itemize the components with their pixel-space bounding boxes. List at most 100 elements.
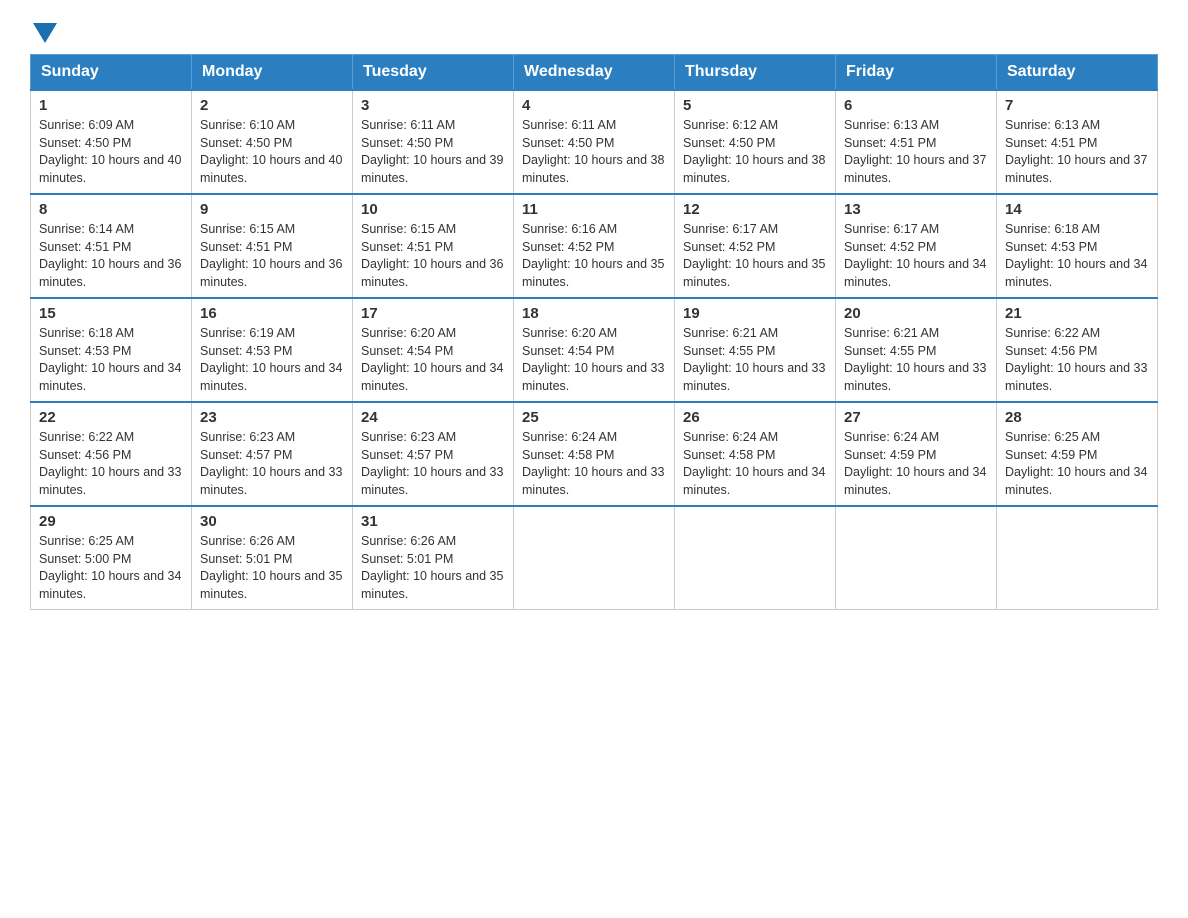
day-number: 4 — [522, 97, 666, 114]
page-header — [30, 20, 1158, 36]
col-header-monday: Monday — [192, 55, 353, 91]
day-info: Sunrise: 6:15 AMSunset: 4:51 PMDaylight:… — [200, 221, 344, 291]
day-number: 8 — [39, 201, 183, 218]
day-number: 11 — [522, 201, 666, 218]
day-cell-30: 30Sunrise: 6:26 AMSunset: 5:01 PMDayligh… — [192, 506, 353, 610]
day-number: 20 — [844, 305, 988, 322]
empty-cell — [514, 506, 675, 610]
day-info: Sunrise: 6:26 AMSunset: 5:01 PMDaylight:… — [200, 533, 344, 603]
day-cell-3: 3 Sunrise: 6:11 AMSunset: 4:50 PMDaylight… — [353, 90, 514, 194]
day-info: Sunrise: 6:17 AMSunset: 4:52 PMDaylight:… — [683, 221, 827, 291]
day-info: Sunrise: 6:23 AMSunset: 4:57 PMDaylight:… — [361, 429, 505, 499]
day-number: 27 — [844, 409, 988, 426]
day-number: 12 — [683, 201, 827, 218]
day-number: 28 — [1005, 409, 1149, 426]
day-number: 26 — [683, 409, 827, 426]
day-number: 3 — [361, 97, 505, 114]
day-info: Sunrise: 6:22 AMSunset: 4:56 PMDaylight:… — [1005, 325, 1149, 395]
day-cell-9: 9Sunrise: 6:15 AMSunset: 4:51 PMDaylight… — [192, 194, 353, 298]
day-cell-2: 2 Sunrise: 6:10 AMSunset: 4:50 PMDaylight… — [192, 90, 353, 194]
col-header-sunday: Sunday — [31, 55, 192, 91]
day-number: 2 — [200, 97, 344, 114]
day-cell-26: 26Sunrise: 6:24 AMSunset: 4:58 PMDayligh… — [675, 402, 836, 506]
day-cell-6: 6Sunrise: 6:13 AMSunset: 4:51 PMDaylight… — [836, 90, 997, 194]
day-cell-10: 10Sunrise: 6:15 AMSunset: 4:51 PMDayligh… — [353, 194, 514, 298]
day-info: Sunrise: 6:23 AMSunset: 4:57 PMDaylight:… — [200, 429, 344, 499]
week-row-1: 1 Sunrise: 6:09 AMSunset: 4:50 PMDaylight… — [31, 90, 1158, 194]
day-cell-17: 17Sunrise: 6:20 AMSunset: 4:54 PMDayligh… — [353, 298, 514, 402]
day-info: Sunrise: 6:18 AMSunset: 4:53 PMDaylight:… — [1005, 221, 1149, 291]
col-header-friday: Friday — [836, 55, 997, 91]
day-cell-22: 22Sunrise: 6:22 AMSunset: 4:56 PMDayligh… — [31, 402, 192, 506]
day-cell-31: 31Sunrise: 6:26 AMSunset: 5:01 PMDayligh… — [353, 506, 514, 610]
day-number: 5 — [683, 97, 827, 114]
day-info: Sunrise: 6:26 AMSunset: 5:01 PMDaylight:… — [361, 533, 505, 603]
day-info: Sunrise: 6:21 AMSunset: 4:55 PMDaylight:… — [844, 325, 988, 395]
day-info: Sunrise: 6:24 AMSunset: 4:59 PMDaylight:… — [844, 429, 988, 499]
day-number: 14 — [1005, 201, 1149, 218]
day-number: 15 — [39, 305, 183, 322]
day-info: Sunrise: 6:25 AMSunset: 5:00 PMDaylight:… — [39, 533, 183, 603]
day-cell-24: 24 Sunrise: 6:23 AMSunset: 4:57 PMDayligh… — [353, 402, 514, 506]
logo-triangle-icon — [33, 23, 57, 43]
day-cell-20: 20 Sunrise: 6:21 AMSunset: 4:55 PMDayligh… — [836, 298, 997, 402]
day-cell-7: 7 Sunrise: 6:13 AMSunset: 4:51 PMDaylight… — [997, 90, 1158, 194]
day-info: Sunrise: 6:10 AMSunset: 4:50 PMDaylight:… — [200, 117, 344, 187]
week-row-4: 22Sunrise: 6:22 AMSunset: 4:56 PMDayligh… — [31, 402, 1158, 506]
day-cell-8: 8 Sunrise: 6:14 AMSunset: 4:51 PMDaylight… — [31, 194, 192, 298]
day-cell-21: 21Sunrise: 6:22 AMSunset: 4:56 PMDayligh… — [997, 298, 1158, 402]
empty-cell — [997, 506, 1158, 610]
week-row-5: 29 Sunrise: 6:25 AMSunset: 5:00 PMDayligh… — [31, 506, 1158, 610]
day-info: Sunrise: 6:12 AMSunset: 4:50 PMDaylight:… — [683, 117, 827, 187]
day-info: Sunrise: 6:15 AMSunset: 4:51 PMDaylight:… — [361, 221, 505, 291]
day-cell-16: 16 Sunrise: 6:19 AMSunset: 4:53 PMDayligh… — [192, 298, 353, 402]
day-cell-28: 28 Sunrise: 6:25 AMSunset: 4:59 PMDayligh… — [997, 402, 1158, 506]
day-number: 24 — [361, 409, 505, 426]
day-info: Sunrise: 6:19 AMSunset: 4:53 PMDaylight:… — [200, 325, 344, 395]
day-cell-15: 15 Sunrise: 6:18 AMSunset: 4:53 PMDayligh… — [31, 298, 192, 402]
week-row-3: 15 Sunrise: 6:18 AMSunset: 4:53 PMDayligh… — [31, 298, 1158, 402]
day-info: Sunrise: 6:24 AMSunset: 4:58 PMDaylight:… — [522, 429, 666, 499]
day-number: 23 — [200, 409, 344, 426]
day-cell-18: 18Sunrise: 6:20 AMSunset: 4:54 PMDayligh… — [514, 298, 675, 402]
day-number: 13 — [844, 201, 988, 218]
col-header-saturday: Saturday — [997, 55, 1158, 91]
week-row-2: 8 Sunrise: 6:14 AMSunset: 4:51 PMDaylight… — [31, 194, 1158, 298]
day-cell-12: 12 Sunrise: 6:17 AMSunset: 4:52 PMDayligh… — [675, 194, 836, 298]
day-cell-4: 4 Sunrise: 6:11 AMSunset: 4:50 PMDaylight… — [514, 90, 675, 194]
empty-cell — [675, 506, 836, 610]
day-info: Sunrise: 6:13 AMSunset: 4:51 PMDaylight:… — [844, 117, 988, 187]
calendar-header-row: SundayMondayTuesdayWednesdayThursdayFrid… — [31, 55, 1158, 91]
day-cell-11: 11 Sunrise: 6:16 AMSunset: 4:52 PMDayligh… — [514, 194, 675, 298]
col-header-wednesday: Wednesday — [514, 55, 675, 91]
day-cell-14: 14 Sunrise: 6:18 AMSunset: 4:53 PMDayligh… — [997, 194, 1158, 298]
day-number: 7 — [1005, 97, 1149, 114]
day-number: 29 — [39, 513, 183, 530]
day-cell-13: 13 Sunrise: 6:17 AMSunset: 4:52 PMDayligh… — [836, 194, 997, 298]
day-cell-5: 5 Sunrise: 6:12 AMSunset: 4:50 PMDaylight… — [675, 90, 836, 194]
day-info: Sunrise: 6:18 AMSunset: 4:53 PMDaylight:… — [39, 325, 183, 395]
day-info: Sunrise: 6:16 AMSunset: 4:52 PMDaylight:… — [522, 221, 666, 291]
day-info: Sunrise: 6:25 AMSunset: 4:59 PMDaylight:… — [1005, 429, 1149, 499]
day-cell-27: 27 Sunrise: 6:24 AMSunset: 4:59 PMDayligh… — [836, 402, 997, 506]
day-info: Sunrise: 6:20 AMSunset: 4:54 PMDaylight:… — [522, 325, 666, 395]
day-info: Sunrise: 6:13 AMSunset: 4:51 PMDaylight:… — [1005, 117, 1149, 187]
col-header-tuesday: Tuesday — [353, 55, 514, 91]
day-cell-19: 19Sunrise: 6:21 AMSunset: 4:55 PMDayligh… — [675, 298, 836, 402]
day-info: Sunrise: 6:11 AMSunset: 4:50 PMDaylight:… — [361, 117, 505, 187]
day-info: Sunrise: 6:11 AMSunset: 4:50 PMDaylight:… — [522, 117, 666, 187]
day-info: Sunrise: 6:14 AMSunset: 4:51 PMDaylight:… — [39, 221, 183, 291]
day-number: 1 — [39, 97, 183, 114]
logo-area — [30, 20, 60, 36]
day-number: 19 — [683, 305, 827, 322]
day-number: 16 — [200, 305, 344, 322]
day-cell-25: 25Sunrise: 6:24 AMSunset: 4:58 PMDayligh… — [514, 402, 675, 506]
day-cell-23: 23 Sunrise: 6:23 AMSunset: 4:57 PMDayligh… — [192, 402, 353, 506]
day-info: Sunrise: 6:09 AMSunset: 4:50 PMDaylight:… — [39, 117, 183, 187]
day-info: Sunrise: 6:17 AMSunset: 4:52 PMDaylight:… — [844, 221, 988, 291]
empty-cell — [836, 506, 997, 610]
day-cell-29: 29 Sunrise: 6:25 AMSunset: 5:00 PMDayligh… — [31, 506, 192, 610]
day-number: 22 — [39, 409, 183, 426]
col-header-thursday: Thursday — [675, 55, 836, 91]
day-info: Sunrise: 6:20 AMSunset: 4:54 PMDaylight:… — [361, 325, 505, 395]
